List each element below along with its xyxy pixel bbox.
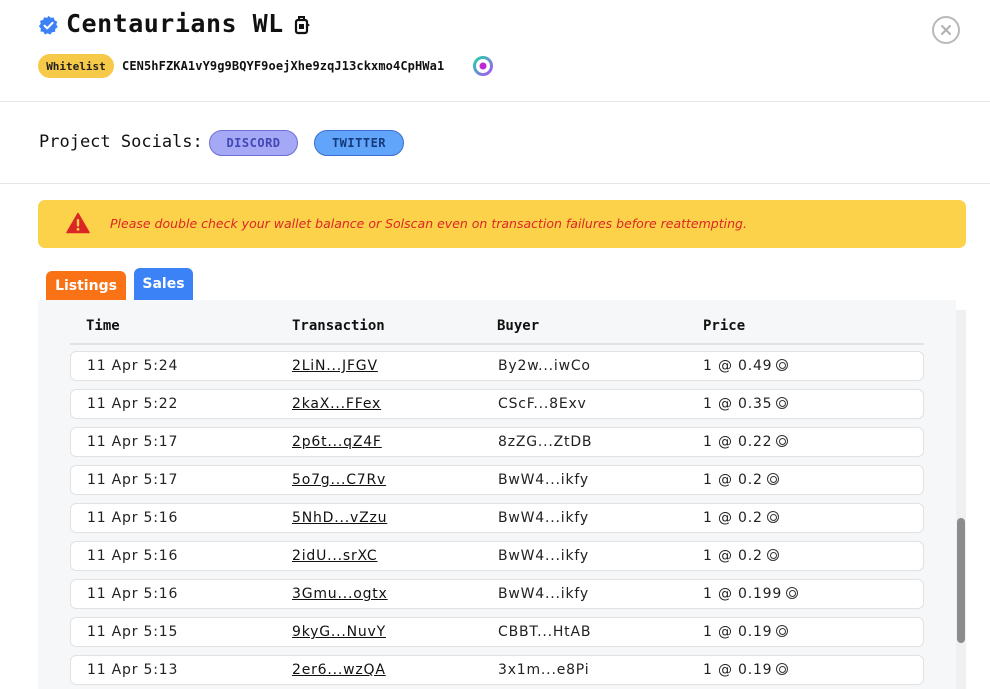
- project-socials: Project Socials: DISCORD TWITTER: [0, 103, 990, 184]
- row-buyer: CScF...8Exv: [498, 396, 587, 412]
- row-time: 11 Apr 5:16: [87, 586, 179, 602]
- column-header-time: Time: [86, 318, 120, 334]
- tab-listings[interactable]: Listings: [46, 271, 126, 300]
- row-time: 11 Apr 5:17: [87, 472, 179, 488]
- row-buyer: 8zZG...ZtDB: [498, 434, 593, 450]
- row-price: 1 @ 0.2: [703, 510, 779, 526]
- table-row: 11 Apr 5:13 2er6...wzQA 3x1m...e8Pi 1 @ …: [70, 655, 924, 685]
- table-row: 11 Apr 5:15 9kyG...NuvY CBBT...HtAB 1 @ …: [70, 617, 924, 647]
- row-time: 11 Apr 5:15: [87, 624, 179, 640]
- column-header-price: Price: [703, 318, 746, 334]
- warning-triangle-icon: [66, 212, 90, 234]
- table-row: 11 Apr 5:17 2p6t...qZ4F 8zZG...ZtDB 1 @ …: [70, 427, 924, 457]
- sol-icon: [776, 435, 789, 447]
- row-time: 11 Apr 5:17: [87, 434, 179, 450]
- price-value: 1 @ 0.35: [703, 396, 773, 412]
- row-buyer: CBBT...HtAB: [498, 624, 592, 640]
- price-value: 1 @ 0.2: [703, 548, 763, 564]
- row-buyer: 3x1m...e8Pi: [498, 662, 590, 678]
- close-icon: [941, 25, 951, 35]
- row-transaction-link[interactable]: 2LiN...JFGV: [292, 358, 378, 374]
- sol-icon: [766, 511, 779, 523]
- socials-label: Project Socials:: [39, 132, 203, 152]
- row-time: 11 Apr 5:16: [87, 510, 179, 526]
- row-buyer: BwW4...ikfy: [498, 586, 589, 602]
- row-time: 11 Apr 5:16: [87, 548, 179, 564]
- row-price: 1 @ 0.35: [703, 396, 789, 412]
- row-buyer: By2w...iwCo: [498, 358, 591, 374]
- scrollbar-thumb[interactable]: [957, 518, 965, 643]
- close-button[interactable]: [932, 16, 960, 44]
- collection-title: Centaurians WL: [66, 9, 284, 38]
- row-transaction-link[interactable]: 9kyG...NuvY: [292, 624, 386, 640]
- price-value: 1 @ 0.49: [703, 358, 773, 374]
- sales-table: Time Transaction Buyer Price 11 Apr 5:24…: [38, 300, 956, 689]
- row-time: 11 Apr 5:13: [87, 662, 179, 678]
- row-price: 1 @ 0.19: [703, 662, 789, 678]
- row-transaction-link[interactable]: 2p6t...qZ4F: [292, 434, 382, 450]
- row-buyer: BwW4...ikfy: [498, 548, 589, 564]
- row-price: 1 @ 0.2: [703, 548, 779, 564]
- price-value: 1 @ 0.19: [703, 624, 773, 640]
- verified-check-icon: [38, 15, 58, 35]
- discord-button[interactable]: DISCORD: [209, 130, 298, 156]
- magic-eden-logo-icon[interactable]: [473, 56, 493, 76]
- row-time: 11 Apr 5:22: [87, 396, 179, 412]
- table-row: 11 Apr 5:16 5NhD...vZzu BwW4...ikfy 1 @ …: [70, 503, 924, 533]
- sol-icon: [776, 397, 789, 409]
- row-price: 1 @ 0.19: [703, 624, 789, 640]
- collection-address[interactable]: CEN5hFZKA1vY9g9BQYF9oejXhe9zqJ13ckxmo4Cp…: [122, 59, 444, 73]
- price-value: 1 @ 0.2: [703, 472, 763, 488]
- row-transaction-link[interactable]: 2idU...srXC: [292, 548, 377, 564]
- sol-icon: [776, 663, 789, 675]
- row-price: 1 @ 0.2: [703, 472, 779, 488]
- row-buyer: BwW4...ikfy: [498, 472, 589, 488]
- sol-icon: [766, 473, 779, 485]
- warning-alert: Please double check your wallet balance …: [38, 200, 966, 248]
- price-value: 1 @ 0.199: [703, 586, 783, 602]
- tab-sales[interactable]: Sales: [134, 268, 193, 300]
- table-row: 11 Apr 5:17 5o7g...C7Rv BwW4...ikfy 1 @ …: [70, 465, 924, 495]
- collection-header: Centaurians WL Whitelist CEN5hFZKA1vY9g9…: [0, 0, 990, 102]
- table-row: 11 Apr 5:16 3Gmu...ogtx BwW4...ikfy 1 @ …: [70, 579, 924, 609]
- sol-icon: [786, 587, 799, 599]
- column-header-transaction: Transaction: [292, 318, 385, 334]
- table-row: 11 Apr 5:16 2idU...srXC BwW4...ikfy 1 @ …: [70, 541, 924, 571]
- row-transaction-link[interactable]: 2kaX...FFex: [292, 396, 381, 412]
- row-transaction-link[interactable]: 5NhD...vZzu: [292, 510, 387, 526]
- row-transaction-link[interactable]: 2er6...wzQA: [292, 662, 386, 678]
- alert-text: Please double check your wallet balance …: [110, 216, 747, 231]
- price-value: 1 @ 0.22: [703, 434, 773, 450]
- table-row: 11 Apr 5:22 2kaX...FFex CScF...8Exv 1 @ …: [70, 389, 924, 419]
- whitelist-badge: Whitelist: [38, 54, 114, 78]
- row-time: 11 Apr 5:24: [87, 358, 179, 374]
- header-divider: [70, 343, 924, 345]
- row-price: 1 @ 0.49: [703, 358, 789, 374]
- column-header-buyer: Buyer: [497, 318, 540, 334]
- twitter-button[interactable]: TWITTER: [314, 130, 404, 156]
- sol-icon: [776, 359, 789, 371]
- price-value: 1 @ 0.2: [703, 510, 763, 526]
- row-buyer: BwW4...ikfy: [498, 510, 589, 526]
- pass-icon: [294, 16, 310, 35]
- row-transaction-link[interactable]: 5o7g...C7Rv: [292, 472, 386, 488]
- table-row: 11 Apr 5:24 2LiN...JFGV By2w...iwCo 1 @ …: [70, 351, 924, 381]
- row-transaction-link[interactable]: 3Gmu...ogtx: [292, 586, 388, 602]
- price-value: 1 @ 0.19: [703, 662, 773, 678]
- sol-icon: [776, 625, 789, 637]
- row-price: 1 @ 0.199: [703, 586, 799, 602]
- row-price: 1 @ 0.22: [703, 434, 789, 450]
- sol-icon: [766, 549, 779, 561]
